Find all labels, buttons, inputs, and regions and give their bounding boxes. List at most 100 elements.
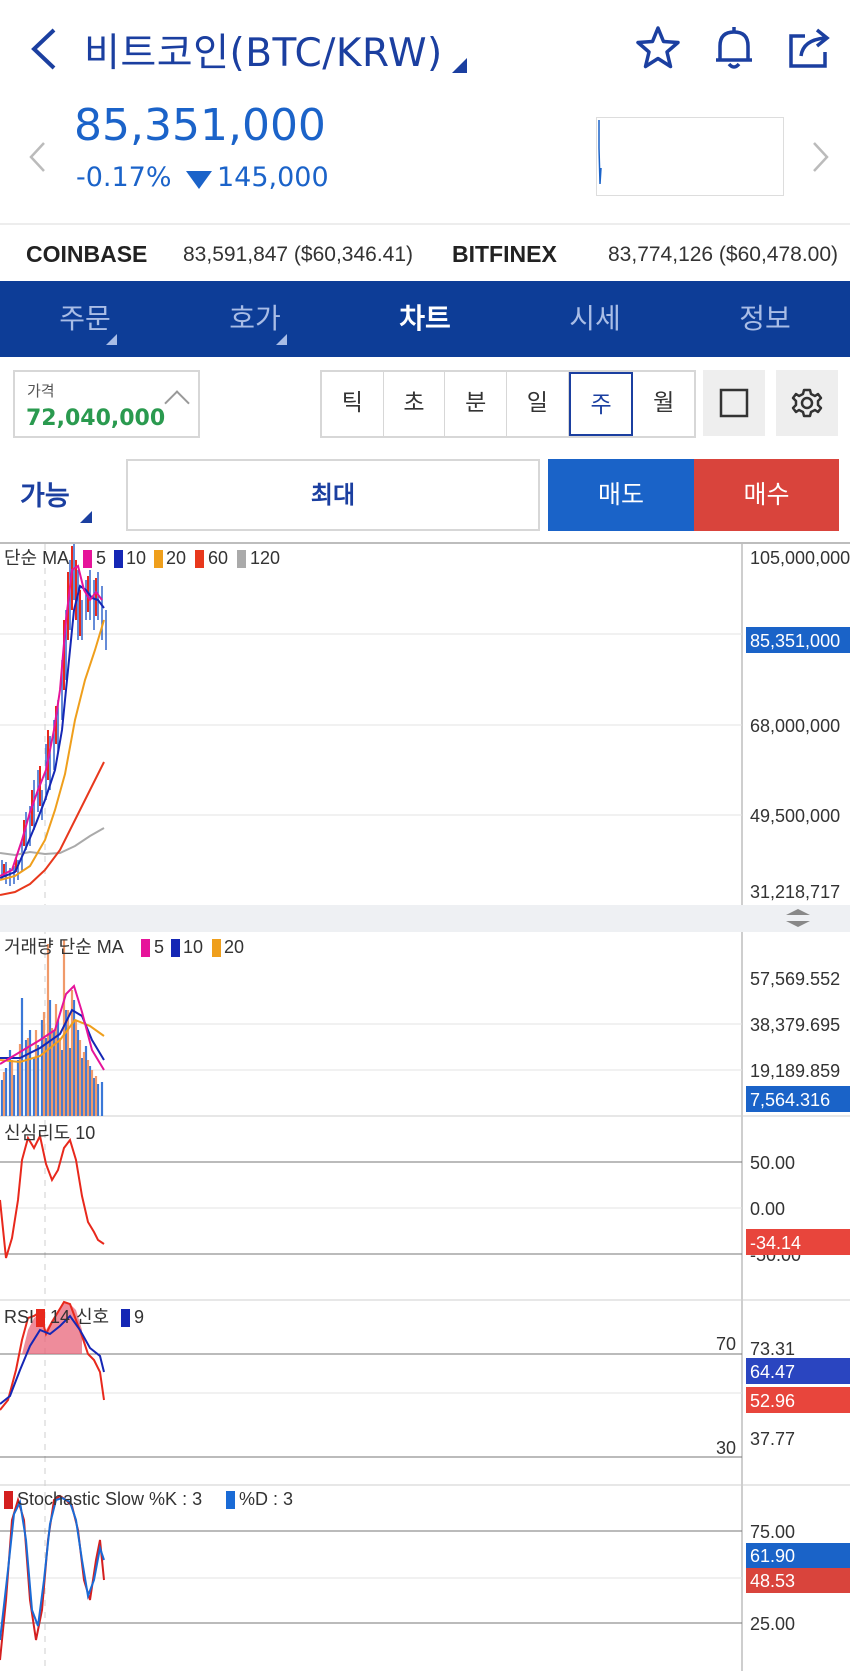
- legend-label: 10: [183, 937, 203, 957]
- change-percent: -0.17%: [76, 162, 172, 193]
- next-icon[interactable]: [808, 140, 832, 174]
- dropdown-corner-icon: [276, 334, 287, 345]
- buy-button[interactable]: 매수: [694, 459, 839, 531]
- stochastic-panel: Stochastic Slow %K : 3 %D : 3 75.00 61.9…: [0, 1489, 850, 1661]
- y-tick-label: 19,189.859: [750, 1061, 840, 1081]
- tab-label: 주문: [59, 302, 111, 335]
- y-tick-label: 31,218,717: [750, 882, 840, 902]
- stoch-d-badge-label: 61.90: [750, 1546, 795, 1566]
- bell-icon[interactable]: [710, 24, 758, 72]
- price-panel: 단순 MA 5 10 20 60 120 105,000,000 85,351,…: [0, 544, 850, 902]
- tab-bar: 주문 호가 차트 시세 정보: [0, 281, 850, 357]
- exchange-value: 83,774,126 ($60,478.00): [608, 243, 839, 266]
- mini-chart[interactable]: [596, 117, 784, 196]
- tab-label: 정보: [739, 302, 791, 335]
- exchange-name: BITFINEX: [452, 241, 557, 267]
- psych-line: [0, 1133, 105, 1259]
- y-tick-label: 73.31: [750, 1339, 795, 1359]
- y-tick-label: 49,500,000: [750, 806, 840, 826]
- available-label[interactable]: 가능: [20, 474, 70, 513]
- legend-swatch: [114, 550, 123, 568]
- current-price-badge-label: 85,351,000: [750, 631, 840, 651]
- level-label: 30: [716, 1438, 736, 1458]
- back-icon[interactable]: [26, 26, 66, 72]
- legend-swatch: [141, 939, 150, 957]
- legend-label: Stochastic Slow %K : 3: [17, 1489, 202, 1509]
- psych-panel: 신심리도 10 50.00 0.00 -50.00 -34.14: [0, 1123, 850, 1265]
- stoch-k-badge-label: 48.53: [750, 1571, 795, 1591]
- y-tick-label: 38,379.695: [750, 1015, 840, 1035]
- volume-badge-label: 7,564.316: [750, 1090, 830, 1110]
- legend-label: 10: [126, 548, 146, 568]
- legend-label: 20: [166, 548, 186, 568]
- rsi-legend-prefix: RSI: [4, 1307, 34, 1327]
- legend-label: 120: [250, 548, 280, 568]
- rsi-panel: RSI 14 신호 9 70 30 73.31 64.47 52.96 37.7…: [0, 1300, 850, 1458]
- tab-quotes[interactable]: 시세: [510, 281, 680, 357]
- price-value: 72,040,000: [26, 406, 166, 431]
- share-icon[interactable]: [785, 24, 833, 72]
- legend-label: 14: [50, 1307, 70, 1327]
- y-tick-label: 105,000,000: [750, 548, 850, 568]
- period-month[interactable]: 월: [633, 372, 694, 436]
- legend-swatch: [237, 550, 246, 568]
- chart-area[interactable]: 단순 MA 5 10 20 60 120 105,000,000 85,351,…: [0, 544, 850, 1671]
- vol-legend-prefix: 거래량 단순 MA: [4, 937, 124, 957]
- price-selector[interactable]: 가격 72,040,000: [13, 370, 200, 438]
- ma-10-line: [0, 584, 105, 879]
- y-tick-label: 0.00: [750, 1199, 785, 1219]
- y-tick-label: 25.00: [750, 1614, 795, 1634]
- settings-button[interactable]: [776, 370, 838, 436]
- period-tick[interactable]: 틱: [322, 372, 384, 436]
- legend-label: 9: [134, 1307, 144, 1327]
- tab-label: 호가: [229, 302, 281, 335]
- price-label: 가격: [27, 382, 55, 400]
- max-button[interactable]: 최대: [126, 459, 540, 531]
- down-arrow-icon: [186, 171, 212, 189]
- volume-panel: 거래량 단순 MA 5 10 20 57,569.552 38,379.695 …: [0, 937, 850, 1116]
- period-day[interactable]: 일: [507, 372, 569, 436]
- tab-order[interactable]: 주문: [0, 281, 170, 357]
- y-tick-label: 57,569.552: [750, 969, 840, 989]
- mini-chart-line: [598, 120, 602, 185]
- square-icon: [719, 388, 749, 418]
- legend-swatch: [4, 1491, 13, 1509]
- legend-label: 20: [224, 937, 244, 957]
- change-amount: 145,000: [217, 162, 329, 193]
- dropdown-corner-icon: [106, 334, 117, 345]
- tab-orderbook[interactable]: 호가: [170, 281, 340, 357]
- period-minute[interactable]: 분: [445, 372, 508, 436]
- y-tick-label: 68,000,000: [750, 716, 840, 736]
- period-second[interactable]: 초: [384, 372, 446, 436]
- tab-chart[interactable]: 차트: [340, 281, 510, 357]
- tab-label: 시세: [569, 302, 621, 335]
- legend-swatch: [226, 1491, 235, 1509]
- legend-swatch: [154, 550, 163, 568]
- period-week[interactable]: 주: [568, 372, 634, 436]
- y-tick-label: 37.77: [750, 1429, 795, 1449]
- legend-label: %D : 3: [239, 1489, 293, 1509]
- page-title[interactable]: 비트코인(BTC/KRW): [84, 22, 443, 78]
- tab-label: 차트: [399, 302, 451, 335]
- chevron-up-icon: [164, 390, 190, 416]
- legend-label: 5: [96, 548, 106, 568]
- psych-legend: 신심리도 10: [4, 1123, 95, 1143]
- star-icon[interactable]: [634, 24, 682, 72]
- legend-swatch: [83, 550, 92, 568]
- fullscreen-button[interactable]: [703, 370, 765, 436]
- rsi-badge-label: 52.96: [750, 1391, 795, 1411]
- ma-20-line: [0, 619, 105, 881]
- legend-label: 5: [154, 937, 164, 957]
- legend-swatch: [121, 1309, 130, 1327]
- psych-badge-label: -34.14: [750, 1233, 801, 1253]
- sell-button[interactable]: 매도: [548, 459, 694, 531]
- y-tick-label: 50.00: [750, 1153, 795, 1173]
- tab-info[interactable]: 정보: [680, 281, 850, 357]
- level-label: 70: [716, 1334, 736, 1354]
- legend-swatch: [195, 550, 204, 568]
- prev-icon[interactable]: [26, 140, 50, 174]
- title-dropdown-icon[interactable]: [452, 58, 467, 73]
- exchange-value: 83,591,847 ($60,346.41): [183, 243, 414, 266]
- legend-swatch: [171, 939, 180, 957]
- legend-label: 60: [208, 548, 228, 568]
